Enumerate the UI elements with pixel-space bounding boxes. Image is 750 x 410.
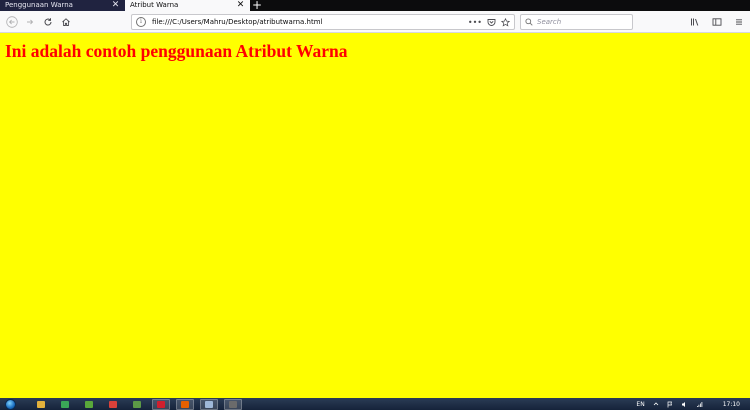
tab-atribut-warna[interactable]: Atribut Warna ✕ bbox=[125, 0, 250, 11]
more-actions-icon[interactable]: ••• bbox=[468, 18, 482, 27]
page-heading: Ini adalah contoh penggunaan Atribut War… bbox=[5, 41, 348, 61]
taskbar-item[interactable] bbox=[56, 399, 74, 410]
hamburger-menu-icon bbox=[736, 19, 742, 25]
taskbar-item[interactable] bbox=[32, 399, 50, 410]
app-red-icon bbox=[109, 400, 117, 408]
network-signal-icon[interactable] bbox=[696, 401, 703, 408]
search-icon bbox=[525, 18, 533, 26]
language-indicator[interactable]: EN bbox=[636, 401, 644, 408]
tab-title: Penggunaan Warna bbox=[5, 1, 73, 9]
url-text[interactable]: file:///C:/Users/Mahru/Desktop/atributwa… bbox=[152, 18, 468, 26]
tab-title: Atribut Warna bbox=[130, 1, 179, 9]
clock[interactable]: 17:10 bbox=[723, 401, 740, 408]
sidebar-button[interactable] bbox=[708, 13, 726, 31]
new-tab-button[interactable]: + bbox=[250, 0, 264, 11]
pocket-icon[interactable] bbox=[487, 18, 496, 27]
system-tray: EN 17:10 bbox=[636, 398, 740, 410]
url-bar[interactable]: i file:///C:/Users/Mahru/Desktop/atribut… bbox=[131, 14, 515, 30]
firefox-icon bbox=[181, 400, 189, 408]
opera-icon bbox=[157, 400, 165, 408]
taskbar-item[interactable] bbox=[128, 399, 146, 410]
bookmark-star-icon[interactable] bbox=[501, 17, 510, 27]
tab-strip: Penggunaan Warna ✕ Atribut Warna ✕ + bbox=[0, 0, 750, 11]
start-button[interactable] bbox=[0, 398, 20, 410]
forward-button[interactable] bbox=[21, 13, 39, 31]
windows-orb-icon bbox=[4, 398, 16, 410]
sidebar-icon bbox=[712, 18, 722, 26]
app-window-icon bbox=[205, 400, 213, 408]
info-icon[interactable]: i bbox=[136, 17, 146, 27]
volume-icon[interactable] bbox=[681, 401, 688, 408]
reload-button[interactable] bbox=[39, 13, 57, 31]
nav-toolbar: i file:///C:/Users/Mahru/Desktop/atribut… bbox=[0, 11, 750, 33]
tray-arrow-icon[interactable] bbox=[653, 401, 659, 407]
taskbar-item[interactable] bbox=[152, 398, 170, 410]
forward-arrow-icon bbox=[27, 19, 34, 24]
library-icon bbox=[691, 18, 699, 26]
home-button[interactable] bbox=[57, 13, 75, 31]
close-icon[interactable]: ✕ bbox=[236, 0, 245, 11]
taskbar-item[interactable] bbox=[200, 398, 218, 410]
taskbar-item[interactable] bbox=[80, 399, 98, 410]
taskbar-item[interactable] bbox=[176, 398, 194, 410]
taskbar-pinned bbox=[32, 398, 242, 410]
app-green-icon bbox=[85, 400, 93, 408]
explorer-icon bbox=[37, 400, 45, 408]
menu-button[interactable] bbox=[730, 13, 748, 31]
taskbar-item[interactable] bbox=[224, 398, 242, 410]
windows-taskbar: EN 17:10 bbox=[0, 398, 750, 410]
tab-penggunaan-warna[interactable]: Penggunaan Warna ✕ bbox=[0, 0, 125, 11]
chrome-icon bbox=[61, 400, 69, 408]
toolbar-right bbox=[686, 13, 750, 31]
back-arrow-icon bbox=[6, 15, 18, 28]
home-icon bbox=[62, 17, 70, 26]
library-button[interactable] bbox=[686, 13, 704, 31]
reload-icon bbox=[44, 17, 52, 25]
flag-icon[interactable] bbox=[667, 401, 673, 408]
taskbar-item[interactable] bbox=[104, 399, 122, 410]
close-icon[interactable]: ✕ bbox=[111, 0, 120, 11]
page-content: Ini adalah contoh penggunaan Atribut War… bbox=[0, 33, 750, 398]
app-notepad-icon bbox=[133, 400, 141, 408]
page-actions: ••• bbox=[468, 17, 510, 27]
back-button[interactable] bbox=[3, 13, 21, 31]
search-bar[interactable] bbox=[520, 14, 633, 30]
app-film-icon bbox=[229, 400, 237, 408]
search-input[interactable] bbox=[537, 18, 627, 26]
